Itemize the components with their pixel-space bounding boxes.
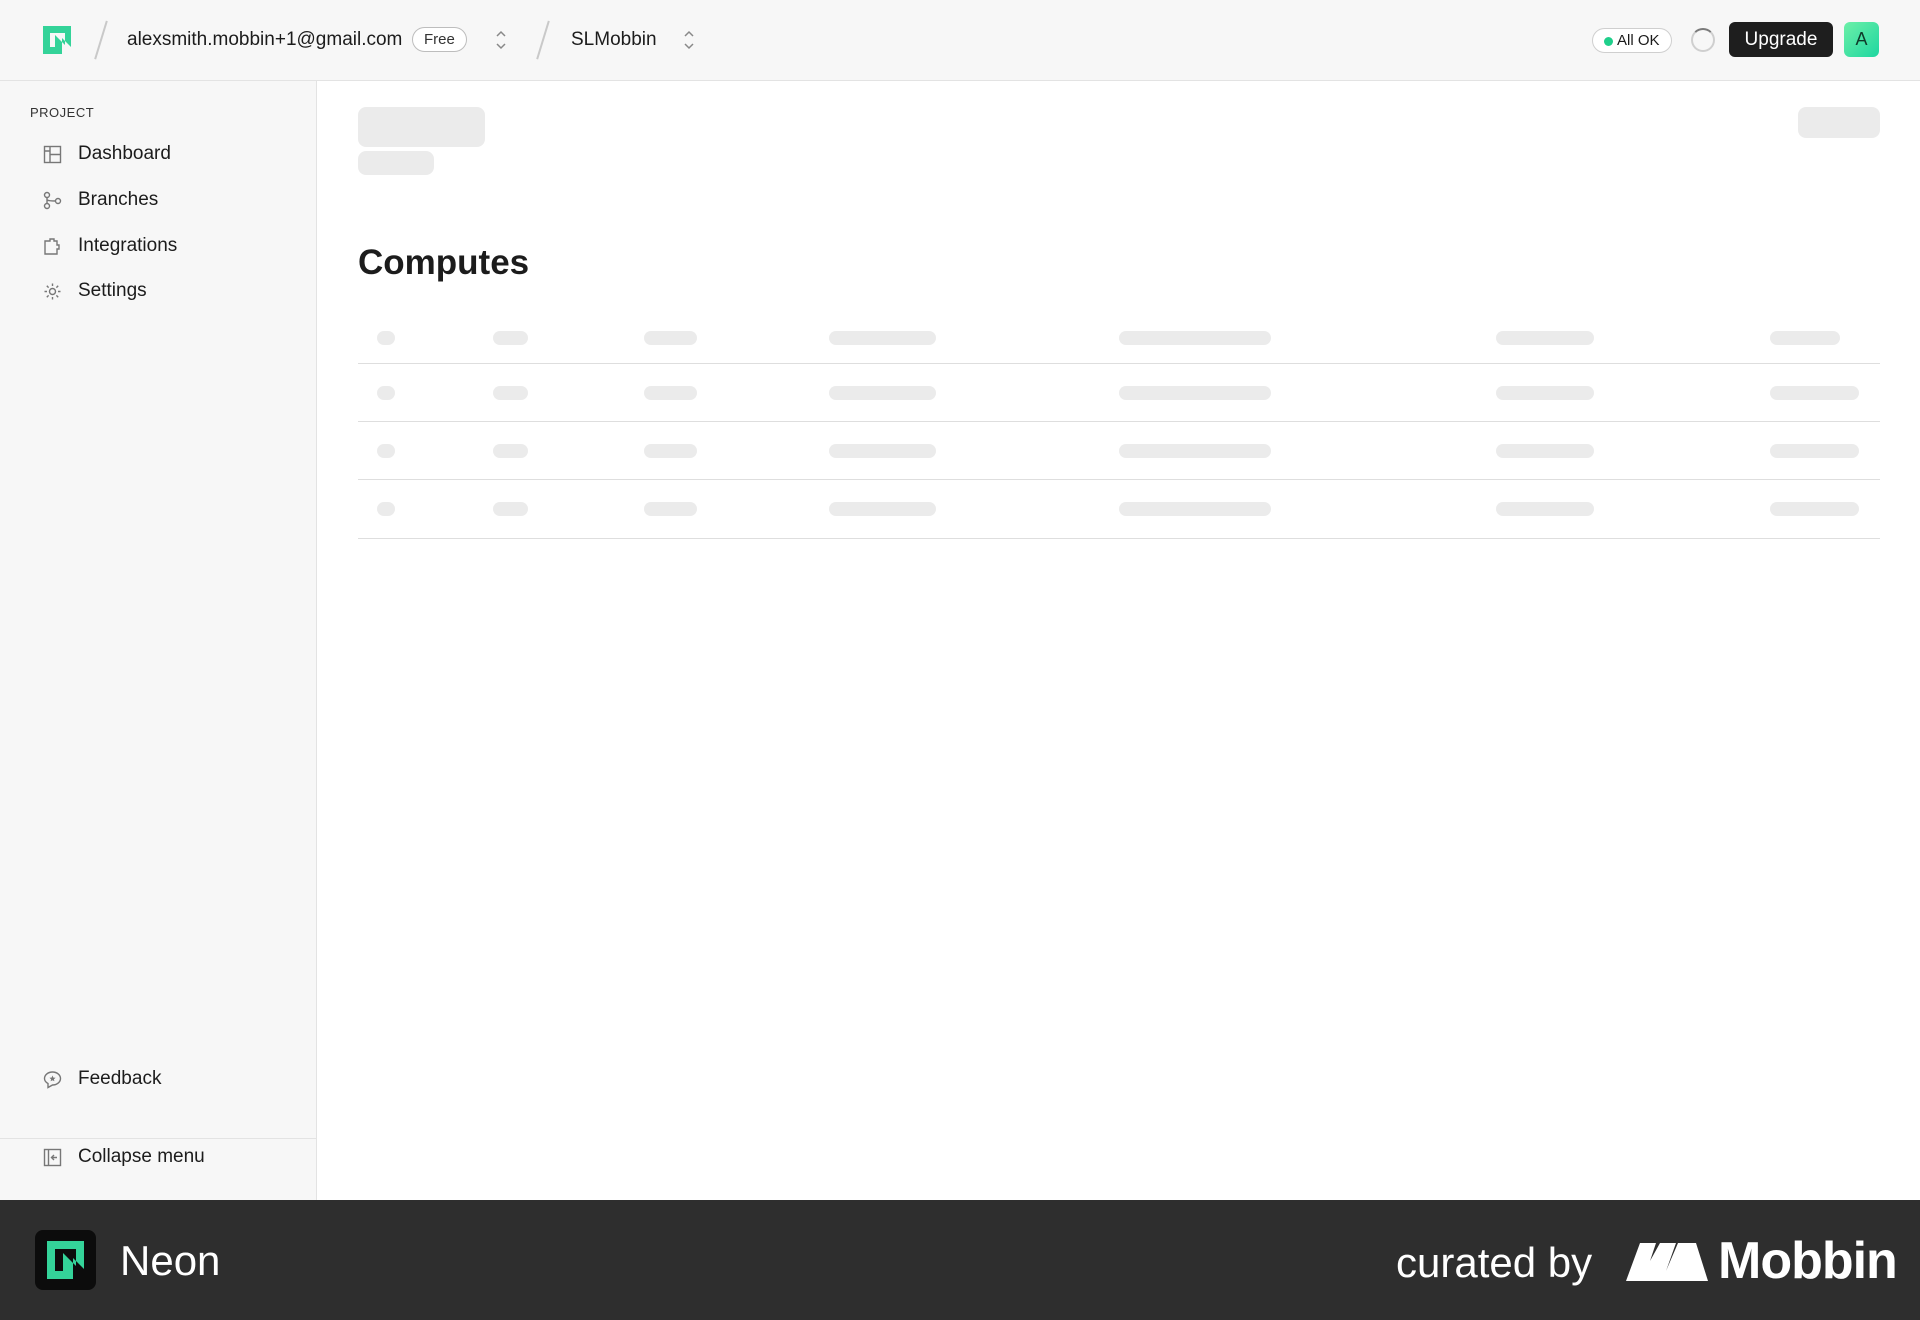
divider (358, 538, 1880, 539)
divider (358, 363, 1880, 364)
sidebar-section-label: PROJECT (30, 105, 95, 120)
skeleton-cell (1496, 331, 1594, 345)
attribution-footer: Neon curated by Mobbin (0, 1200, 1920, 1320)
main-content: Computes (318, 81, 1920, 1200)
project-switcher-chevron-icon[interactable] (682, 28, 696, 52)
branches-icon (43, 191, 62, 210)
skeleton-action-button (1798, 107, 1880, 138)
collapse-menu-label: Collapse menu (78, 1146, 205, 1167)
collapse-menu-button[interactable]: Collapse menu (30, 1139, 300, 1175)
skeleton-cell (1496, 502, 1594, 516)
skeleton-cell (1496, 386, 1594, 400)
skeleton-cell (829, 386, 936, 400)
sidebar-item-settings[interactable]: Settings (30, 273, 300, 309)
feedback-label: Feedback (78, 1068, 162, 1089)
skeleton-cell (644, 331, 697, 345)
skeleton-cell (493, 331, 528, 345)
skeleton-cell (644, 386, 697, 400)
feedback-button[interactable]: Feedback (30, 1061, 300, 1097)
skeleton-cell (829, 444, 936, 458)
integrations-icon (43, 237, 62, 256)
skeleton-cell (1119, 386, 1271, 400)
skeleton-cell (829, 502, 936, 516)
curated-by-label: curated by (1396, 1239, 1593, 1286)
breadcrumb-separator (542, 20, 544, 60)
skeleton-cell (377, 502, 395, 516)
skeleton-cell (493, 386, 528, 400)
skeleton-cell (493, 502, 528, 516)
status-dot-icon (1604, 37, 1613, 46)
skeleton-cell (1119, 444, 1271, 458)
sidebar-item-integrations[interactable]: Integrations (30, 228, 300, 264)
skeleton-cell (1119, 331, 1271, 345)
sidebar-item-branches[interactable]: Branches (30, 182, 300, 218)
project-switcher-label[interactable]: SLMobbin (571, 28, 657, 52)
system-status-badge[interactable]: All OK (1592, 28, 1672, 53)
neon-logo-icon[interactable] (40, 23, 74, 57)
neon-app-logo-icon (35, 1230, 96, 1290)
account-switcher-chevron-icon[interactable] (494, 28, 508, 52)
skeleton-project-subtitle (358, 151, 434, 175)
mobbin-logo-icon (1626, 1241, 1708, 1281)
skeleton-cell (377, 386, 395, 400)
skeleton-cell (644, 444, 697, 458)
sidebar-item-label: Integrations (78, 235, 178, 256)
skeleton-cell (1770, 331, 1840, 345)
feedback-icon (43, 1070, 62, 1089)
skeleton-cell (1770, 386, 1859, 400)
skeleton-cell (493, 444, 528, 458)
skeleton-project-title (358, 107, 485, 147)
collapse-sidebar-icon (43, 1148, 62, 1167)
gear-icon (43, 282, 62, 301)
plan-badge: Free (412, 27, 467, 52)
app-name: Neon (120, 1237, 221, 1284)
skeleton-cell (1119, 502, 1271, 516)
upgrade-button[interactable]: Upgrade (1729, 22, 1833, 57)
skeleton-cell (829, 331, 936, 345)
account-switcher-label[interactable]: alexsmith.mobbin+1@gmail.com (127, 28, 402, 52)
page-title: Computes (358, 243, 530, 282)
loading-spinner-icon (1691, 28, 1715, 52)
sidebar-item-dashboard[interactable]: Dashboard (30, 136, 300, 172)
dashboard-icon (43, 145, 62, 164)
skeleton-cell (377, 444, 395, 458)
avatar[interactable]: A (1844, 22, 1879, 57)
status-label: All OK (1617, 32, 1660, 49)
skeleton-cell (1496, 444, 1594, 458)
sidebar-item-label: Branches (78, 189, 159, 210)
skeleton-cell (1770, 444, 1859, 458)
divider (358, 421, 1880, 422)
divider (358, 479, 1880, 480)
skeleton-cell (377, 331, 395, 345)
breadcrumb-separator (100, 20, 102, 60)
skeleton-cell (1770, 502, 1859, 516)
sidebar-item-label: Dashboard (78, 143, 171, 164)
skeleton-cell (644, 502, 697, 516)
sidebar-item-label: Settings (78, 280, 147, 301)
brand-name: Mobbin (1718, 1232, 1898, 1290)
sidebar: PROJECT Dashboard Branches Integrations … (0, 81, 317, 1200)
top-bar: alexsmith.mobbin+1@gmail.com Free SLMobb… (0, 0, 1920, 81)
